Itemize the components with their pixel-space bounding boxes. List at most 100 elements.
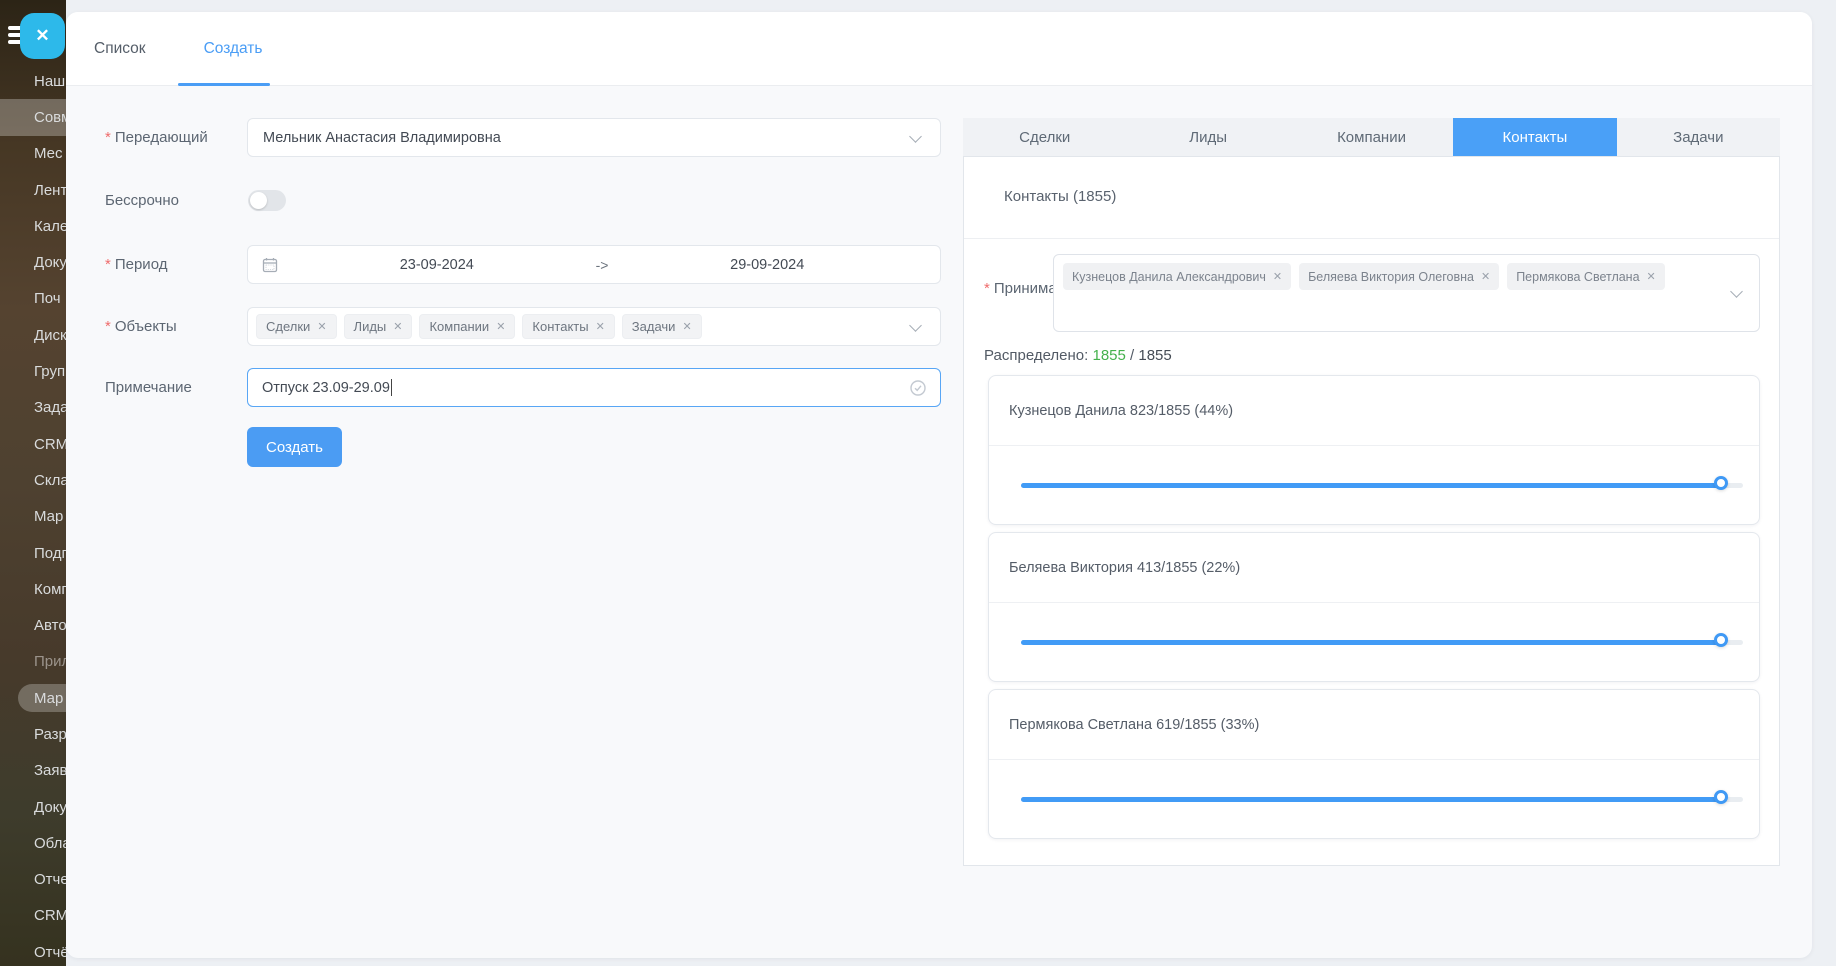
tab-tasks[interactable]: Задачи (1617, 118, 1780, 156)
distributed-status: Распределено: 1855 / 1855 (984, 347, 1172, 364)
sidebar-item[interactable]: Комп (0, 571, 66, 607)
sidebar-item-label: Зада (34, 399, 66, 416)
sidebar-item[interactable]: Наш (0, 63, 66, 99)
slider-track[interactable] (1021, 483, 1743, 488)
recipients-multiselect[interactable]: Кузнецов Данила Александрович✕ Беляева В… (1053, 254, 1760, 332)
object-chip: Контакты✕ (522, 314, 614, 339)
period-arrow: -> (596, 257, 609, 273)
sidebar-item[interactable]: Доку (0, 789, 66, 825)
distribution-slider[interactable] (989, 603, 1759, 681)
view-tabs: Список Создать (94, 12, 262, 86)
sidebar-item[interactable]: Прил (0, 644, 66, 680)
sidebar-item[interactable]: Кале (0, 208, 66, 244)
tab-leads[interactable]: Лиды (1126, 118, 1289, 156)
sender-value: Мельник Анастасия Владимировна (248, 130, 501, 146)
object-chip: Задачи✕ (622, 314, 702, 339)
recipient-chip: Беляева Виктория Олеговна✕ (1299, 263, 1499, 290)
sidebar-item-label: Лент (34, 182, 66, 199)
sidebar-item-label: Разр (34, 726, 66, 743)
sidebar-item-active[interactable]: Мар (0, 680, 66, 716)
sidebar-item-label: Мар (34, 690, 63, 707)
tab-contacts[interactable]: Контакты (1453, 118, 1616, 156)
required-marker: * (105, 318, 111, 335)
remove-icon[interactable]: ✕ (596, 320, 605, 333)
sidebar-item-label: Отче (34, 871, 66, 888)
sender-label: *Передающий (105, 129, 208, 146)
slider-track[interactable] (1021, 640, 1743, 645)
slider-handle[interactable] (1714, 476, 1728, 490)
distribution-slider[interactable] (989, 760, 1759, 838)
object-chip: Лиды✕ (344, 314, 413, 339)
remove-icon[interactable]: ✕ (682, 320, 691, 333)
sidebar-item[interactable]: Диск (0, 317, 66, 353)
remove-icon[interactable]: ✕ (393, 320, 402, 333)
sidebar-item[interactable]: Мар (0, 499, 66, 535)
sidebar-item[interactable]: Груп (0, 353, 66, 389)
sidebar-item-label: Отчё (34, 944, 66, 961)
indefinite-label: Бессрочно (105, 192, 179, 209)
tab-create[interactable]: Создать (204, 40, 263, 58)
remove-icon[interactable]: ✕ (1273, 270, 1282, 283)
tab-list-view[interactable]: Список (94, 40, 146, 58)
sidebar-item-label: CRM (34, 436, 66, 453)
sidebar-item[interactable]: CRM (0, 426, 66, 462)
chevron-down-icon (909, 130, 922, 143)
create-button[interactable]: Создать (247, 427, 342, 467)
period-label: *Период (105, 256, 167, 273)
distributed-total: 1855 (1138, 347, 1171, 364)
sidebar-item-label: Доку (34, 799, 66, 816)
note-value: Отпуск 23.09-29.09 (248, 380, 390, 396)
period-end-date[interactable]: 29-09-2024 (608, 257, 926, 273)
period-range-input[interactable]: 23-09-2024 -> 29-09-2024 (247, 245, 941, 284)
slider-track[interactable] (1021, 797, 1743, 802)
sidebar-item[interactable]: Скла (0, 462, 66, 498)
period-start-date[interactable]: 23-09-2024 (278, 257, 596, 273)
sidebar-item-label: Прил (34, 653, 66, 670)
distribution-card-label: Пермякова Светлана 619/1855 (33%) (989, 690, 1759, 760)
note-input[interactable]: Отпуск 23.09-29.09 (247, 368, 941, 407)
sidebar-item-label: Наш (34, 73, 65, 90)
distributed-value: 1855 (1092, 347, 1125, 364)
sidebar-item[interactable]: Подп (0, 535, 66, 571)
contacts-panel-title: Контакты (1855) (1004, 188, 1116, 205)
remove-icon[interactable]: ✕ (1481, 270, 1490, 283)
tab-deals[interactable]: Сделки (963, 118, 1126, 156)
objects-multiselect[interactable]: Сделки✕ Лиды✕ Компании✕ Контакты✕ Задачи… (247, 307, 941, 346)
remove-icon[interactable]: ✕ (496, 320, 505, 333)
sidebar-item[interactable]: CRM (0, 898, 66, 934)
sidebar-item-label: Доку (34, 254, 66, 271)
sidebar-item[interactable]: Мес (0, 136, 66, 172)
slider-fill (1021, 797, 1724, 802)
sender-select[interactable]: Мельник Анастасия Владимировна (247, 118, 941, 157)
sidebar-item[interactable]: Лент (0, 172, 66, 208)
sidebar-item[interactable]: Доку (0, 244, 66, 280)
remove-icon[interactable]: ✕ (317, 320, 326, 333)
sidebar-item[interactable]: Поч (0, 281, 66, 317)
sidebar-item[interactable]: Заяв (0, 753, 66, 789)
slider-handle[interactable] (1714, 790, 1728, 804)
sidebar-item[interactable]: Авто (0, 607, 66, 643)
distribution-slider[interactable] (989, 446, 1759, 524)
sidebar-item[interactable]: Совм (0, 99, 66, 135)
tab-companies[interactable]: Компании (1290, 118, 1453, 156)
slider-handle[interactable] (1714, 633, 1728, 647)
distribution-card: Беляева Виктория 413/1855 (22%) (988, 532, 1760, 682)
remove-icon[interactable]: ✕ (1647, 270, 1656, 283)
sidebar-item[interactable]: Разр (0, 716, 66, 752)
sidebar-item[interactable]: Отче (0, 862, 66, 898)
object-chip: Компании✕ (419, 314, 515, 339)
active-tab-underline (178, 83, 270, 86)
close-button[interactable]: ✕ (20, 13, 65, 59)
slider-fill (1021, 640, 1724, 645)
calendar-icon (262, 257, 278, 273)
sidebar-item-label: Мар (34, 508, 63, 525)
sidebar-item[interactable]: Обла (0, 825, 66, 861)
close-icon: ✕ (35, 26, 49, 46)
sidebar-item-label: Скла (34, 472, 66, 489)
text-caret (391, 379, 392, 396)
sidebar-item[interactable]: Зада (0, 390, 66, 426)
sidebar-item[interactable]: Отчё (0, 934, 66, 966)
sidebar-item-label: Обла (34, 835, 66, 852)
indefinite-toggle[interactable] (248, 190, 286, 211)
panel-divider (964, 238, 1779, 239)
